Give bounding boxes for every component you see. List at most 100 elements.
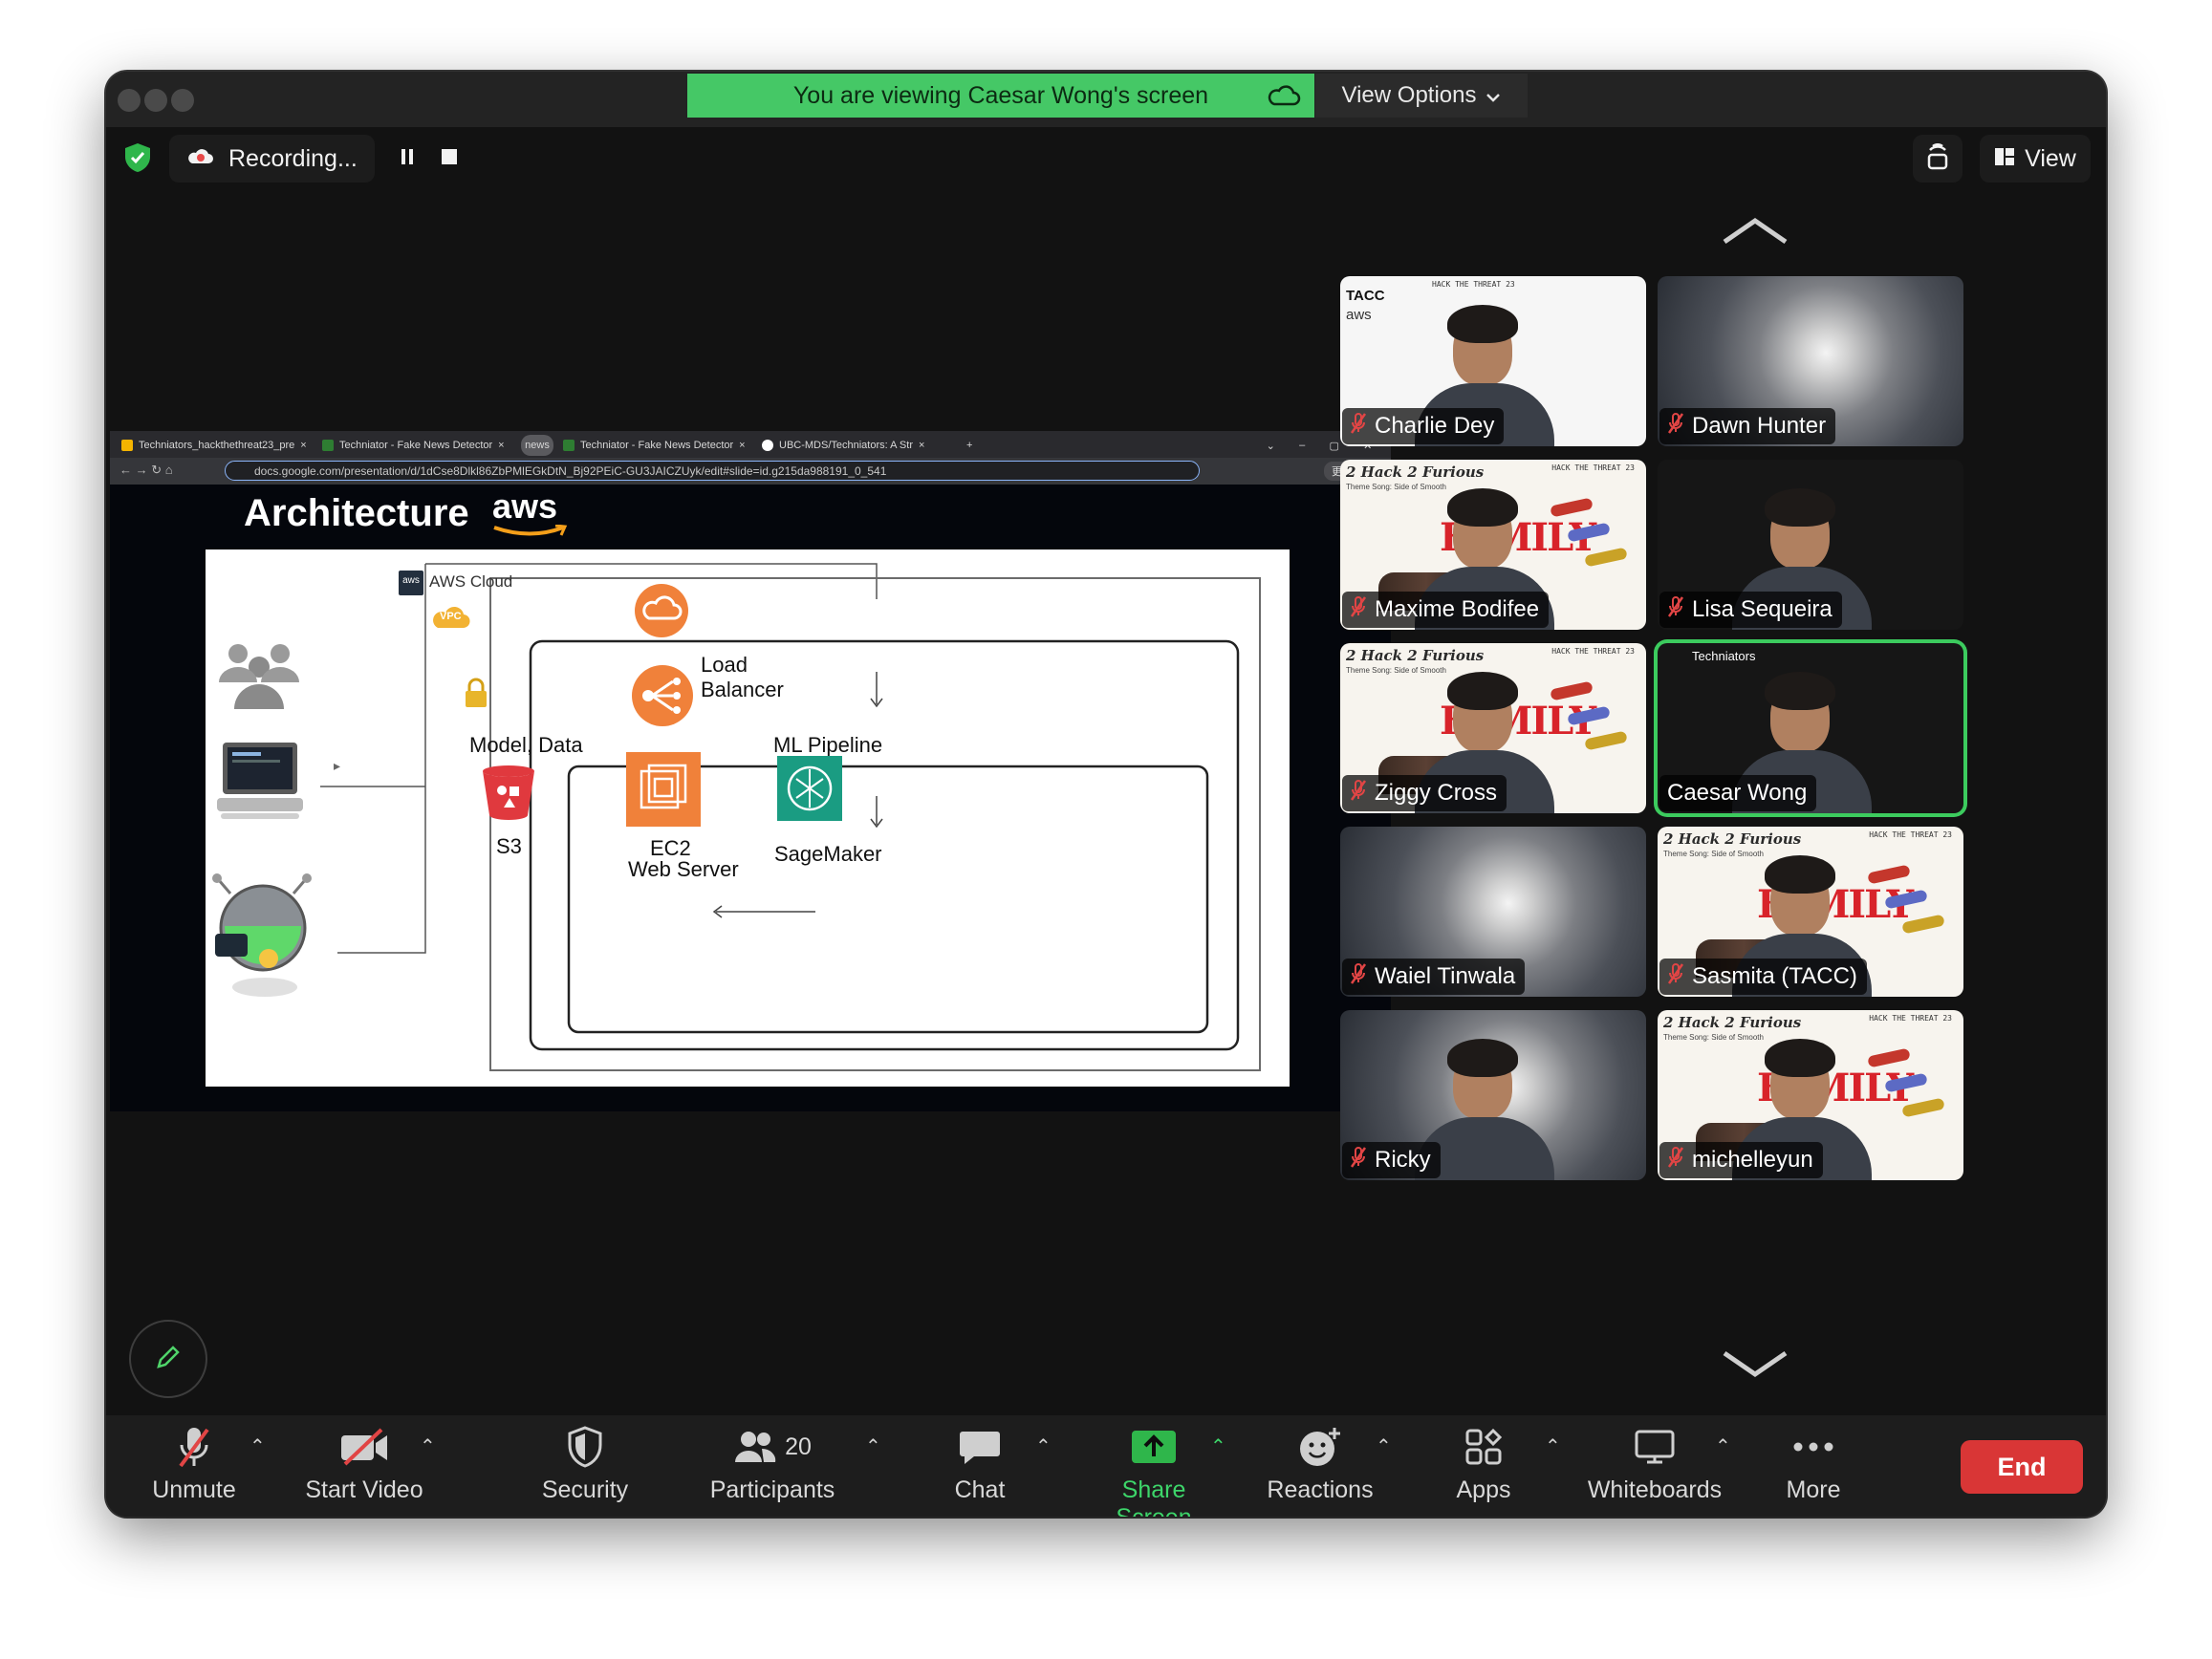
- participant-tile[interactable]: Waiel Tinwala: [1340, 827, 1646, 997]
- participant-name: Ziggy Cross: [1375, 780, 1498, 806]
- video-off-icon: [293, 1423, 436, 1471]
- participant-tile[interactable]: TACC aws HACK THE THREAT 23 Charlie Dey: [1340, 276, 1646, 446]
- more-dots-icon: [1742, 1423, 1885, 1471]
- immersive-view-button[interactable]: [1913, 135, 1963, 183]
- muted-microphone-icon: [122, 1423, 266, 1471]
- participant-name-tag: Ricky: [1342, 1142, 1441, 1178]
- participant-name-tag: Dawn Hunter: [1659, 408, 1836, 444]
- background-hack-the-threat: HACK THE THREAT 23: [1432, 280, 1515, 289]
- chat-options-caret[interactable]: ⌃: [1035, 1434, 1052, 1458]
- apps-button[interactable]: Apps: [1412, 1423, 1555, 1509]
- participant-tile[interactable]: 2 Hack 2 Furious Theme Song: Side of Smoo…: [1340, 643, 1646, 813]
- scroll-up-gallery-button[interactable]: [1721, 215, 1789, 252]
- participant-hair: [1447, 672, 1518, 710]
- participants-count: 20: [785, 1433, 812, 1460]
- participant-name-tag: michelleyun: [1659, 1142, 1823, 1178]
- pause-recording-button[interactable]: [400, 148, 415, 170]
- url-input[interactable]: docs.google.com/presentation/d/1dCse8Dlk…: [225, 461, 1200, 481]
- share-options-caret[interactable]: ⌃: [1210, 1434, 1226, 1458]
- viewing-screen-text: You are viewing Caesar Wong's screen: [792, 81, 1209, 109]
- background-hack-the-threat: HACK THE THREAT 23: [1869, 1014, 1952, 1023]
- participant-tile[interactable]: 2 Hack 2 Furious Theme Song: Side of Smoo…: [1340, 460, 1646, 630]
- participants-button[interactable]: 20 Participants: [701, 1423, 844, 1509]
- browser-tab[interactable]: Techniator - Fake News Detector ×: [322, 435, 510, 456]
- view-options-button[interactable]: View Options: [1315, 74, 1528, 118]
- browser-tab[interactable]: Techniators_hackthethreat23_pre ×: [121, 435, 313, 456]
- reactions-options-caret[interactable]: ⌃: [1376, 1434, 1392, 1458]
- tab-group-news[interactable]: news: [521, 435, 553, 456]
- architecture-diagram: ▸ aws AWS Cloud VPC Load Balancer Model,…: [206, 549, 1290, 1087]
- aws-logo-small: aws: [1346, 307, 1372, 323]
- background-hack-title: 2 Hack 2 Furious: [1346, 463, 1485, 481]
- unmute-button[interactable]: Unmute: [122, 1423, 266, 1509]
- muted-microphone-icon: [1350, 779, 1367, 808]
- close-tab-icon[interactable]: ×: [498, 440, 504, 451]
- annotate-button[interactable]: [129, 1320, 207, 1398]
- video-options-caret[interactable]: ⌃: [420, 1434, 436, 1458]
- immersive-icon: [1925, 141, 1950, 177]
- minimize-window-button[interactable]: [144, 89, 167, 112]
- browser-tab-title: Techniator - Fake News Detector: [580, 440, 734, 451]
- participant-tile[interactable]: Techniators Caesar Wong: [1658, 643, 1963, 813]
- background-hack-title: 2 Hack 2 Furious: [1663, 1014, 1802, 1031]
- participant-name-tag: Ziggy Cross: [1342, 775, 1507, 811]
- browser-tab[interactable]: UBC-MDS/Techniators: A Str ×: [762, 435, 949, 456]
- participant-name-tag: Waiel Tinwala: [1342, 959, 1526, 995]
- close-tab-icon[interactable]: ×: [919, 440, 924, 451]
- participant-tile[interactable]: 2 Hack 2 Furious Theme Song: Side of Smoo…: [1658, 827, 1963, 997]
- participant-tile[interactable]: Lisa Sequeira: [1658, 460, 1963, 630]
- stop-recording-button[interactable]: [441, 148, 458, 170]
- muted-microphone-icon: [1350, 962, 1367, 992]
- participant-name: michelleyun: [1692, 1147, 1813, 1173]
- github-icon: [762, 440, 773, 451]
- security-label: Security: [541, 1476, 629, 1503]
- chevron-down-icon: [1486, 82, 1501, 109]
- start-video-button[interactable]: Start Video: [293, 1423, 436, 1509]
- load-balancer-label: Load Balancer: [701, 653, 784, 701]
- close-tab-icon[interactable]: ×: [739, 440, 745, 451]
- cloud-icon: [1267, 83, 1301, 115]
- share-screen-button[interactable]: Share Screen: [1082, 1423, 1225, 1517]
- share-screen-icon: [1082, 1423, 1225, 1471]
- slide-title: Architecture: [244, 492, 469, 534]
- meeting-toolbar: Unmute ⌃ Start Video ⌃ Security 20 Parti…: [106, 1415, 2106, 1517]
- encryption-shield-icon[interactable]: [123, 142, 152, 178]
- scroll-down-gallery-button[interactable]: [1721, 1347, 1789, 1385]
- vpc-label: VPC: [440, 611, 462, 622]
- browser-tab[interactable]: Techniator - Fake News Detector ×: [563, 435, 750, 456]
- reactions-label: Reactions: [1267, 1476, 1374, 1503]
- whiteboards-button[interactable]: Whiteboards: [1583, 1423, 1726, 1509]
- participant-hair: [1447, 488, 1518, 527]
- nav-arrows-icon[interactable]: ← → ↻ ⌂: [119, 463, 173, 478]
- more-button[interactable]: More: [1742, 1423, 1885, 1509]
- close-tab-icon[interactable]: ×: [300, 440, 306, 451]
- view-button[interactable]: View: [1980, 135, 2091, 183]
- close-window-button[interactable]: [118, 89, 141, 112]
- participants-label: Participants: [709, 1476, 835, 1503]
- participant-tile[interactable]: Dawn Hunter: [1658, 276, 1963, 446]
- muted-microphone-icon: [1667, 1146, 1684, 1175]
- whiteboards-options-caret[interactable]: ⌃: [1715, 1434, 1731, 1458]
- participant-name-tag: Lisa Sequeira: [1659, 592, 1842, 628]
- security-button[interactable]: Security: [513, 1423, 657, 1509]
- muted-microphone-icon: [1350, 595, 1367, 625]
- apps-options-caret[interactable]: ⌃: [1545, 1434, 1561, 1458]
- audio-options-caret[interactable]: ⌃: [249, 1434, 266, 1458]
- aws-logo: aws: [492, 486, 568, 536]
- participants-options-caret[interactable]: ⌃: [865, 1434, 881, 1458]
- aws-cloud-label: AWS Cloud: [429, 572, 513, 591]
- end-meeting-button[interactable]: End: [1961, 1440, 2083, 1494]
- reactions-button[interactable]: Reactions: [1248, 1423, 1392, 1509]
- zoom-window-button[interactable]: [171, 89, 194, 112]
- presentation-slide: Architecture aws ▸ aws AWS Cloud VPC Loa…: [110, 485, 1391, 1111]
- participant-hair: [1765, 1039, 1835, 1077]
- participant-name: Waiel Tinwala: [1375, 963, 1516, 989]
- participant-hair: [1765, 855, 1835, 894]
- participant-tile[interactable]: 2 Hack 2 Furious Theme Song: Side of Smoo…: [1658, 1010, 1963, 1180]
- participant-tile[interactable]: Ricky: [1340, 1010, 1646, 1180]
- background-theme-song: Theme Song: Side of Smooth: [1346, 666, 1446, 675]
- participant-name: Lisa Sequeira: [1692, 596, 1832, 622]
- participant-hair: [1765, 672, 1835, 710]
- chat-button[interactable]: Chat: [908, 1423, 1052, 1509]
- new-tab-button[interactable]: +: [966, 435, 980, 456]
